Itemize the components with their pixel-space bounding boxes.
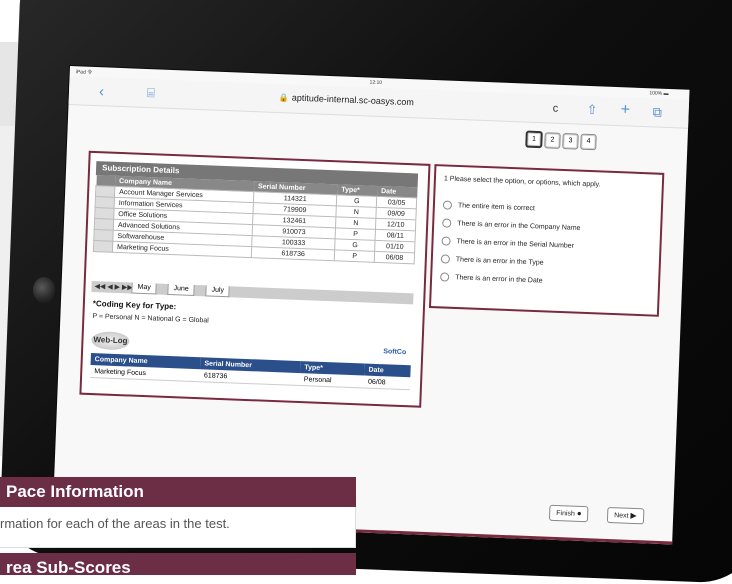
home-button[interactable] bbox=[33, 277, 55, 303]
sheet-tab-july[interactable]: July bbox=[205, 285, 231, 298]
table-corner bbox=[95, 175, 116, 187]
question-pager: 1234 bbox=[525, 128, 599, 151]
subscription-table: Company Name Serial Number Type* Date Ac… bbox=[93, 175, 418, 264]
finish-button[interactable]: Finish ● bbox=[548, 504, 589, 523]
play-icon: ▶ bbox=[630, 510, 637, 521]
pace-info-description: rmation for each of the areas in the tes… bbox=[0, 507, 356, 548]
answer-option[interactable]: There is an error in the Type bbox=[440, 254, 544, 267]
answer-option[interactable]: There is an error in the Date bbox=[440, 272, 543, 285]
coding-key-legend: P = Personal N = National G = Global bbox=[92, 313, 209, 325]
question-prompt: 1 Please select the option, or options, … bbox=[443, 175, 601, 189]
next-button[interactable]: Next ▶ bbox=[606, 506, 644, 525]
back-icon[interactable]: ‹ bbox=[99, 83, 105, 100]
answer-option[interactable]: The entire item is correct bbox=[442, 200, 535, 213]
page-button[interactable]: 1 bbox=[525, 130, 543, 149]
status-time: 12:10 bbox=[369, 79, 383, 86]
pace-info-header: Pace Information bbox=[0, 477, 356, 507]
new-tab-icon[interactable]: + bbox=[620, 101, 630, 119]
checkbox-icon[interactable] bbox=[442, 218, 452, 228]
answer-option[interactable]: There is an error in the Serial Number bbox=[441, 236, 574, 250]
share-icon[interactable]: ⇧ bbox=[586, 102, 597, 118]
page-button[interactable]: 3 bbox=[562, 132, 579, 150]
area-subscores-header: rea Sub-Scores bbox=[0, 553, 356, 575]
tabs-icon[interactable]: ⧉ bbox=[652, 104, 662, 120]
checkbox-icon[interactable] bbox=[440, 254, 451, 264]
exhibit-panel: Subscription Details Company Name Serial… bbox=[79, 150, 431, 408]
bookmarks-icon[interactable]: ⌸ bbox=[147, 85, 155, 101]
sheet-nav-arrows[interactable]: ◀◀ ◀ ▶ ▶▶ bbox=[94, 282, 132, 291]
answer-option[interactable]: There is an error in the Company Name bbox=[442, 218, 581, 232]
checkbox-icon[interactable] bbox=[440, 272, 450, 282]
sheet-tab-june[interactable]: June bbox=[167, 283, 195, 296]
sheet-tab-may[interactable]: May bbox=[131, 282, 157, 295]
coding-key-title: *Coding Key for Type: bbox=[92, 299, 177, 312]
softco-brand: SoftCo bbox=[383, 348, 407, 357]
weblog-logo: Web-Log bbox=[91, 331, 130, 351]
lock-icon: 🔒 bbox=[278, 93, 290, 103]
address-bar[interactable]: 🔒 aptitude-internal.sc-oasys.com bbox=[278, 92, 415, 108]
reload-icon[interactable]: c bbox=[552, 103, 558, 115]
url-text: aptitude-internal.sc-oasys.com bbox=[291, 92, 415, 108]
tablet-screen: iPad 令 12:10 100% ▬ ‹ ⌸ 🔒 aptitude-intern… bbox=[52, 66, 690, 545]
checkbox-icon[interactable] bbox=[441, 236, 451, 246]
status-battery: 100% ▬ bbox=[649, 90, 669, 97]
checkbox-icon[interactable] bbox=[442, 200, 453, 210]
status-left: iPad 令 bbox=[75, 69, 93, 76]
page-button[interactable]: 4 bbox=[580, 133, 597, 151]
record-icon: ● bbox=[576, 508, 582, 518]
page-button[interactable]: 2 bbox=[544, 132, 561, 149]
question-panel: 1 Please select the option, or options, … bbox=[428, 164, 665, 317]
weblog-table: Company Name Serial Number Type* Date Ma… bbox=[90, 353, 411, 390]
